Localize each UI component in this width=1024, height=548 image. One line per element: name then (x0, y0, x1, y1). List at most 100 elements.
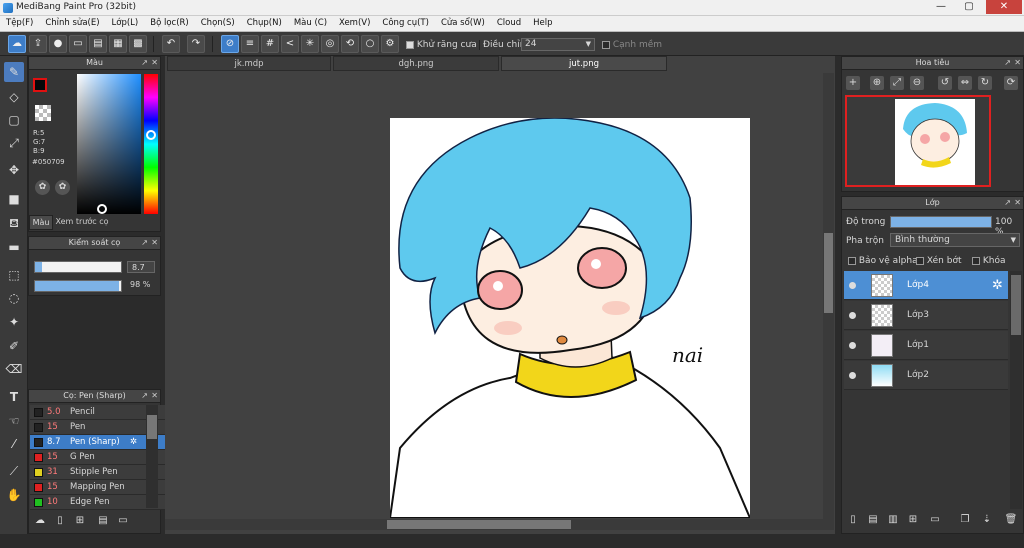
menu-tools[interactable]: Công cụ(T) (376, 16, 435, 28)
select-pen-icon[interactable]: ✐ (4, 336, 24, 356)
menu-filter[interactable]: Bộ lọc(R) (144, 16, 195, 28)
menu-select[interactable]: Chọn(S) (195, 16, 241, 28)
dot-tool-icon[interactable]: ▢ (4, 110, 24, 130)
popout-icon[interactable]: ↗ (1004, 197, 1011, 209)
trash-icon[interactable]: 🗑 (1004, 513, 1018, 527)
blend-mode-dropdown[interactable]: Bình thường ▼ (890, 233, 1020, 247)
close-panel-icon[interactable]: ✕ (151, 390, 158, 402)
magic-wand-icon[interactable]: ✦ (4, 312, 24, 332)
visibility-icon[interactable] (849, 342, 856, 349)
close-button[interactable]: ✕ (986, 0, 1022, 14)
popout-icon[interactable]: ↗ (1004, 57, 1011, 69)
close-panel-icon[interactable]: ✕ (1014, 197, 1021, 209)
drawing-canvas[interactable]: nai (390, 118, 750, 518)
tab-brush-preview[interactable]: Xem trước cọ (54, 215, 110, 230)
scroll-thumb[interactable] (147, 415, 157, 439)
undo-icon[interactable]: ↶ (162, 35, 180, 53)
vertical-scrollbar[interactable] (823, 73, 834, 519)
brush-opacity-slider[interactable] (34, 280, 122, 292)
scroll-thumb[interactable] (824, 233, 833, 313)
visibility-icon[interactable] (849, 312, 856, 319)
tab-color[interactable]: Màu (29, 215, 53, 230)
menu-file[interactable]: Tệp(F) (0, 16, 39, 28)
redo-icon[interactable]: ↷ (187, 35, 205, 53)
minimize-button[interactable]: — (928, 0, 954, 14)
menu-snap[interactable]: Chụp(N) (241, 16, 288, 28)
brush-size-slider[interactable] (34, 261, 122, 273)
chat-icon[interactable]: ▭ (69, 35, 87, 53)
vanishing-point-icon[interactable]: < (281, 35, 299, 53)
close-panel-icon[interactable]: ✕ (1014, 57, 1021, 69)
protect-alpha-checkbox[interactable]: Bảo vệ alpha (848, 256, 918, 266)
share-icon[interactable]: ⇪ (29, 35, 47, 53)
popout-icon[interactable]: ↗ (141, 390, 148, 402)
curve-snap-icon[interactable]: ⟲ (341, 35, 359, 53)
add-brush-icon[interactable]: ⊞ (73, 514, 87, 528)
add-layer-icon[interactable]: ⊞ (906, 513, 920, 527)
gear-icon[interactable]: ✲ (130, 435, 137, 449)
popout-icon[interactable]: ↗ (141, 237, 148, 249)
brush-properties-icon[interactable]: ▤ (96, 514, 110, 528)
snap-off-icon[interactable]: ⊘ (221, 35, 239, 53)
concentric-snap-icon[interactable]: ◎ (321, 35, 339, 53)
duplicate-layer-icon[interactable]: ❐ (958, 513, 972, 527)
folder-icon[interactable]: ▭ (116, 514, 130, 528)
lasso-tool-icon[interactable]: ◌ (4, 288, 24, 308)
picker-handle[interactable] (97, 204, 107, 214)
select-tool-icon[interactable]: ⬚ (4, 265, 24, 285)
new-brush-icon[interactable]: ▯ (53, 514, 67, 528)
horizontal-scrollbar[interactable] (165, 519, 834, 530)
shape-fill-icon[interactable]: ■ (4, 189, 24, 209)
tab-jut-png[interactable]: jut.png (501, 56, 667, 71)
antialias-checkbox[interactable]: Khử răng cưa (406, 40, 477, 50)
comment-icon[interactable]: ● (49, 35, 67, 53)
popout-icon[interactable]: ↗ (141, 57, 148, 69)
adjust-dropdown[interactable]: 24 ▼ (521, 38, 595, 51)
lock-checkbox[interactable]: Khóa (972, 256, 1006, 266)
radial-snap-icon[interactable]: ✳ (301, 35, 319, 53)
brush-size-value[interactable]: 8.7 (127, 261, 155, 273)
fit-screen-icon[interactable]: ⤢ (890, 76, 904, 90)
hue-slider[interactable] (144, 74, 158, 214)
gear-icon[interactable]: ⚙ (381, 35, 399, 53)
layer-row[interactable]: Lớp2 (844, 361, 1008, 390)
palette-icon[interactable]: ✿ (35, 180, 50, 195)
saturation-value-picker[interactable] (77, 74, 141, 214)
layer-row[interactable]: Lớp1 (844, 331, 1008, 360)
menu-layer[interactable]: Lớp(L) (106, 16, 145, 28)
new-8bit-layer-icon[interactable]: ▤ (866, 513, 880, 527)
menu-color[interactable]: Màu (C) (288, 16, 333, 28)
gradient-tool-icon[interactable]: ▬ (4, 237, 24, 257)
gear-icon[interactable]: ✲ (992, 278, 1003, 293)
document-icon[interactable]: ▤ (89, 35, 107, 53)
circle-snap-icon[interactable]: ○ (361, 35, 379, 53)
cloud-brush-icon[interactable]: ☁ (33, 514, 47, 528)
tab-dgh-png[interactable]: dgh.png (333, 56, 499, 71)
folder-icon[interactable]: ▭ (928, 513, 942, 527)
smudge-tool-icon[interactable]: ⤢ (4, 133, 24, 153)
rotate-right-icon[interactable]: ↻ (978, 76, 992, 90)
menu-edit[interactable]: Chỉnh sửa(E) (39, 16, 105, 28)
menu-help[interactable]: Help (527, 16, 558, 28)
cross-snap-icon[interactable]: # (261, 35, 279, 53)
comic-panel-icon[interactable]: ▦ (109, 35, 127, 53)
visibility-icon[interactable] (849, 372, 856, 379)
operation-tool-icon[interactable]: ☜ (4, 411, 24, 431)
hue-handle[interactable] (146, 130, 156, 140)
merge-layer-icon[interactable]: ⇣ (980, 513, 994, 527)
eyedropper-icon[interactable]: ⟋ (4, 461, 24, 481)
layer-row[interactable]: Lớp4 ✲ (844, 271, 1008, 300)
new-layer-icon[interactable]: ▯ (846, 513, 860, 527)
clipping-checkbox[interactable]: Xén bớt (916, 256, 962, 266)
zoom-out-icon[interactable]: ⊖ (910, 76, 924, 90)
hand-tool-icon[interactable]: ✋ (4, 485, 24, 505)
move-tool-icon[interactable]: ✥ (4, 160, 24, 180)
color-history-icon[interactable]: ✿ (55, 180, 70, 195)
layer-opacity-slider[interactable] (890, 216, 992, 228)
reset-rotation-icon[interactable]: ⟳ (1004, 76, 1018, 90)
close-panel-icon[interactable]: ✕ (151, 57, 158, 69)
select-eraser-icon[interactable]: ⌫ (4, 359, 24, 379)
parallel-snap-icon[interactable]: ≡ (241, 35, 259, 53)
grid-icon[interactable]: ▩ (129, 35, 147, 53)
navigator-viewport[interactable] (845, 95, 991, 187)
